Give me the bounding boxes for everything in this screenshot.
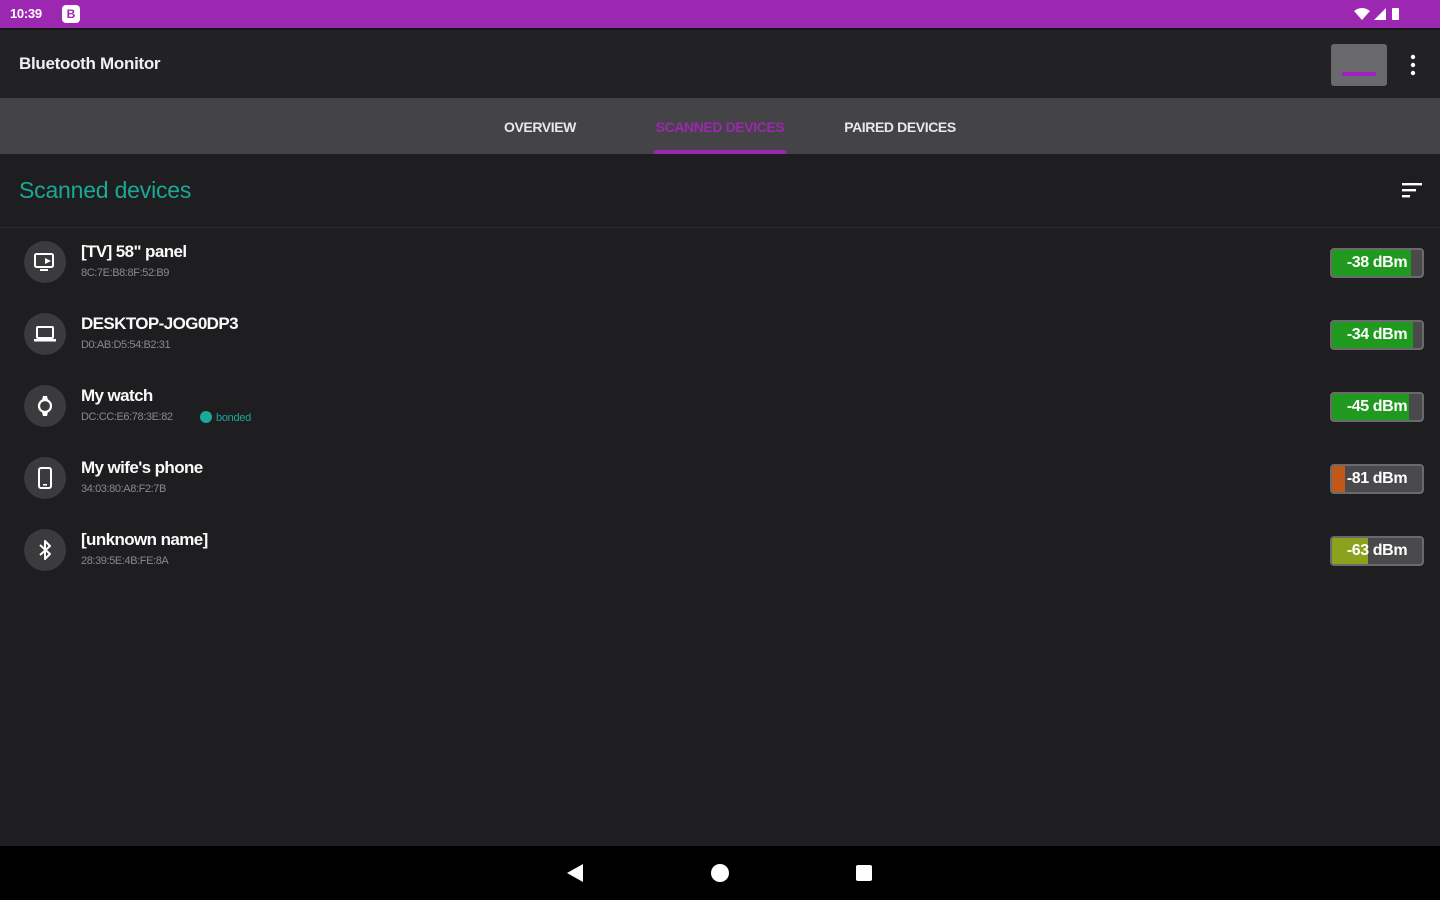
tab-label: OVERVIEW — [503, 119, 576, 135]
app-title: Bluetooth Monitor — [19, 54, 161, 73]
home-icon[interactable] — [707, 860, 733, 886]
tv-cast-icon — [24, 241, 66, 283]
device-row[interactable]: [unknown name] 28:39:5E:4B:FE:8A -63 dBm — [0, 516, 1440, 588]
device-row[interactable]: My wife's phone 34:03:80:A8:F2:7B -81 dB… — [0, 444, 1440, 516]
rssi-value: -34 dBm — [1346, 326, 1408, 343]
sort-icon[interactable] — [1401, 181, 1423, 199]
status-time: 10:39 — [10, 6, 42, 21]
bonded-label: bonded — [216, 412, 251, 424]
rssi-value: -38 dBm — [1346, 254, 1408, 271]
device-mac: 8C:7E:B8:8F:52:B9 — [81, 267, 169, 279]
tab-paired-devices[interactable]: PAIRED DEVICES — [828, 98, 972, 154]
device-name: My watch — [81, 386, 153, 405]
wifi-icon — [1354, 8, 1370, 20]
device-name: DESKTOP-JOG0DP3 — [81, 314, 239, 333]
device-mac: D0:AB:D5:54:B2:31 — [81, 339, 171, 351]
rssi-badge: -81 dBm — [1330, 464, 1424, 494]
recents-icon[interactable] — [851, 860, 877, 886]
device-list: [TV] 58" panel 8C:7E:B8:8F:52:B9 -38 dBm… — [0, 228, 1440, 588]
rssi-value: -63 dBm — [1346, 542, 1408, 559]
app-bar: Bluetooth Monitor — [0, 28, 1440, 98]
tab-scanned-devices[interactable]: SCANNED DEVICES — [646, 98, 794, 154]
watch-icon — [24, 385, 66, 427]
rssi-badge: -34 dBm — [1330, 320, 1424, 350]
laptop-icon — [24, 313, 66, 355]
device-row[interactable]: My watch DC:CC:E6:78:3E:82 bonded -45 dB… — [0, 372, 1440, 444]
back-icon[interactable] — [563, 860, 589, 886]
app-notification-icon: B — [62, 5, 80, 23]
device-mac: DC:CC:E6:78:3E:82 — [81, 411, 173, 423]
scan-toggle-button[interactable] — [1331, 44, 1387, 86]
bonded-badge: bonded — [200, 411, 251, 424]
cell-signal-icon — [1374, 8, 1386, 20]
smartphone-icon — [24, 457, 66, 499]
rssi-badge: -38 dBm — [1330, 248, 1424, 278]
bluetooth-icon — [24, 529, 66, 571]
device-name: [TV] 58" panel — [81, 242, 187, 261]
bonded-icon — [200, 411, 212, 423]
device-mac: 34:03:80:A8:F2:7B — [81, 483, 166, 495]
rssi-value: -45 dBm — [1346, 398, 1408, 415]
tab-label: PAIRED DEVICES — [844, 119, 956, 135]
status-bar: 10:39 B — [0, 0, 1440, 28]
device-row[interactable]: [TV] 58" panel 8C:7E:B8:8F:52:B9 -38 dBm — [0, 228, 1440, 300]
tab-bar: OVERVIEW SCANNED DEVICES PAIRED DEVICES — [0, 98, 1440, 154]
rssi-badge: -63 dBm — [1330, 536, 1424, 566]
system-nav-bar — [0, 846, 1440, 900]
device-name: [unknown name] — [81, 530, 208, 549]
rssi-badge: -45 dBm — [1330, 392, 1424, 422]
section-title: Scanned devices — [19, 177, 192, 203]
tab-label: SCANNED DEVICES — [655, 119, 785, 135]
device-name: My wife's phone — [81, 458, 203, 477]
rssi-value: -81 dBm — [1346, 470, 1408, 487]
system-status-icons — [1354, 8, 1399, 20]
device-mac: 28:39:5E:4B:FE:8A — [81, 555, 169, 567]
more-options-icon[interactable] — [1402, 52, 1424, 78]
device-row[interactable]: DESKTOP-JOG0DP3 D0:AB:D5:54:B2:31 -34 dB… — [0, 300, 1440, 372]
tab-overview[interactable]: OVERVIEW — [480, 98, 600, 154]
battery-icon — [1392, 8, 1399, 20]
section-header: Scanned devices — [0, 154, 1440, 228]
scan-indicator — [1342, 72, 1376, 76]
